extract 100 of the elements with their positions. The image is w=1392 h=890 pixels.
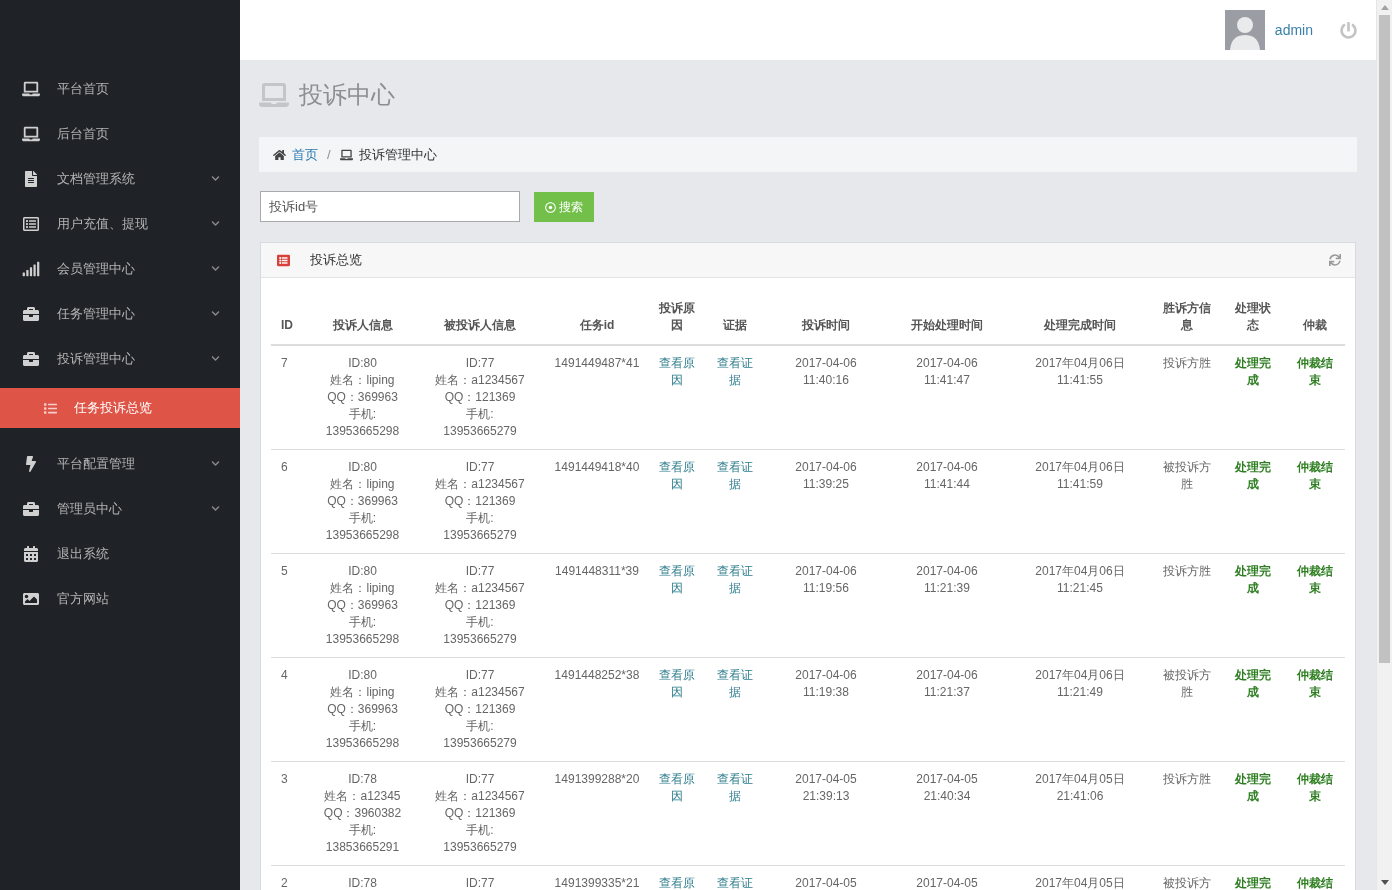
column-header: 任务id bbox=[545, 290, 649, 345]
finish-time: 2017年04月06日 11:21:49 bbox=[1007, 657, 1153, 762]
column-header: 处理状态 bbox=[1221, 290, 1285, 345]
breadcrumb-current: 投诉管理中心 bbox=[358, 145, 437, 164]
row-id: 2 bbox=[271, 865, 310, 890]
respondent-info: ID:77 姓名：a1234567 QQ：121369 手机: 13953665279 bbox=[415, 657, 545, 762]
sidebar-item[interactable]: 平台首页 bbox=[0, 66, 240, 111]
arbitration-status: 仲裁结束 bbox=[1295, 355, 1334, 389]
column-header: 开始处理时间 bbox=[887, 290, 1007, 345]
complaint-time: 2017-04-05 bbox=[765, 865, 887, 890]
view-evidence-link[interactable]: 查看证据 bbox=[713, 355, 757, 389]
document-icon bbox=[22, 170, 40, 187]
column-header: ID bbox=[271, 290, 310, 345]
page-title: 投诉中心 bbox=[299, 80, 395, 110]
view-evidence-link[interactable]: 查看证据 bbox=[713, 771, 757, 805]
complaint-time: 2017-04-06 11:19:38 bbox=[765, 657, 887, 762]
start-time: 2017-04-06 11:41:47 bbox=[887, 345, 1007, 450]
start-time: 2017-04-05 bbox=[887, 865, 1007, 890]
processing-status: 处理完成 bbox=[1234, 771, 1272, 805]
sidebar-subitem[interactable]: 任务投诉总览 bbox=[0, 388, 240, 428]
briefcase-icon bbox=[22, 305, 40, 322]
winner-info: 投诉方胜 bbox=[1153, 553, 1221, 658]
task-id: 1491449418*40 bbox=[545, 449, 649, 554]
winner-info: 投诉方胜 bbox=[1153, 345, 1221, 450]
signal-bars-icon bbox=[22, 260, 40, 277]
view-evidence-link[interactable]: 查看证据 bbox=[713, 563, 757, 597]
finish-time: 2017年04月06日 11:41:55 bbox=[1007, 345, 1153, 450]
task-id: 1491448252*38 bbox=[545, 657, 649, 762]
sidebar-item[interactable]: 退出系统 bbox=[0, 531, 240, 576]
laptop-icon bbox=[339, 148, 353, 161]
scrollbar[interactable] bbox=[1376, 0, 1392, 890]
row-id: 7 bbox=[271, 345, 310, 450]
scrollbar-thumb[interactable] bbox=[1379, 15, 1390, 663]
column-header: 处理完成时间 bbox=[1007, 290, 1153, 345]
chevron-down-icon bbox=[211, 504, 220, 513]
complainant-info: ID:80 姓名：liping QQ：369963 手机: 13953665298 bbox=[310, 657, 415, 762]
view-evidence-link[interactable]: 查看证 bbox=[717, 875, 753, 890]
view-reason-link[interactable]: 查看原因 bbox=[655, 459, 699, 493]
respondent-info: ID:77 姓名：a1234567 QQ：121369 手机: 13953665279 bbox=[415, 553, 545, 658]
breadcrumb-link[interactable]: 首页 bbox=[292, 145, 318, 164]
finish-time: 2017年04月05日 21:41:06 bbox=[1007, 761, 1153, 866]
sidebar-item[interactable]: 投诉管理中心 bbox=[0, 336, 240, 381]
search-field[interactable]: 投诉id号 bbox=[260, 190, 520, 222]
panel-title: 投诉总览 bbox=[310, 251, 363, 269]
user-name-link[interactable]: admin bbox=[1274, 22, 1313, 38]
refresh-icon[interactable] bbox=[1329, 254, 1341, 266]
row-id: 5 bbox=[271, 553, 310, 658]
arbitration-status: 仲裁结 bbox=[1297, 875, 1333, 890]
calendar-icon bbox=[22, 545, 40, 562]
chevron-down-icon bbox=[211, 459, 220, 468]
list-box-icon bbox=[22, 215, 40, 232]
start-time: 2017-04-06 11:41:44 bbox=[887, 449, 1007, 554]
task-id: 1491448311*39 bbox=[545, 553, 649, 658]
view-evidence-link[interactable]: 查看证据 bbox=[713, 459, 757, 493]
column-header: 投诉时间 bbox=[765, 290, 887, 345]
winner-info: 被投诉方 bbox=[1153, 865, 1221, 890]
view-reason-link[interactable]: 查看原 bbox=[659, 875, 695, 890]
image-icon bbox=[22, 590, 40, 607]
sidebar-item[interactable]: 文档管理系统 bbox=[0, 156, 240, 201]
arbitration-status: 仲裁结束 bbox=[1295, 667, 1334, 701]
avatar-icon[interactable] bbox=[1224, 10, 1265, 50]
column-header: 胜诉方信息 bbox=[1153, 290, 1221, 345]
winner-info: 被投诉方胜 bbox=[1153, 657, 1221, 762]
view-evidence-link[interactable]: 查看证据 bbox=[713, 667, 757, 701]
arbitration-status: 仲裁结束 bbox=[1295, 771, 1334, 805]
briefcase-icon bbox=[22, 500, 40, 517]
sidebar-item[interactable]: 管理员中心 bbox=[0, 486, 240, 531]
view-reason-link[interactable]: 查看原因 bbox=[655, 563, 699, 597]
row-id: 6 bbox=[271, 449, 310, 554]
complainant-info: ID:80 姓名：liping QQ：369963 手机: 13953665298 bbox=[310, 345, 415, 450]
sidebar-item[interactable]: 后台首页 bbox=[0, 111, 240, 156]
winner-info: 被投诉方胜 bbox=[1153, 449, 1221, 554]
complainant-info: ID:80 姓名：liping QQ：369963 手机: 13953665298 bbox=[310, 449, 415, 554]
task-id: 1491399335*21 bbox=[545, 865, 649, 890]
arbitration-status: 仲裁结束 bbox=[1295, 459, 1334, 493]
sidebar-item[interactable]: 任务管理中心 bbox=[0, 291, 240, 336]
respondent-info: ID:77 姓名：a1234567 QQ：121369 手机: 13953665279 bbox=[415, 761, 545, 866]
caret-down-icon[interactable] bbox=[1380, 880, 1389, 885]
processing-status: 处理完成 bbox=[1234, 459, 1272, 493]
sidebar-item[interactable]: 用户充值、提现 bbox=[0, 201, 240, 246]
finish-time: 2017年04月05日 bbox=[1007, 865, 1153, 890]
sidebar-item[interactable]: 会员管理中心 bbox=[0, 246, 240, 291]
sidebar-item[interactable]: 官方网站 bbox=[0, 576, 240, 621]
respondent-info: ID:77 姓名：a1234567 QQ：121369 手机: 13953665279 bbox=[415, 449, 545, 554]
sidebar-item[interactable]: 平台配置管理 bbox=[0, 441, 240, 486]
start-time: 2017-04-06 11:21:37 bbox=[887, 657, 1007, 762]
list-icon bbox=[276, 253, 291, 267]
laptop-icon bbox=[22, 125, 40, 142]
processing-status: 处理完成 bbox=[1234, 667, 1272, 701]
winner-info: 投诉方胜 bbox=[1153, 761, 1221, 866]
view-reason-link[interactable]: 查看原因 bbox=[655, 771, 699, 805]
finish-time: 2017年04月06日 11:21:45 bbox=[1007, 553, 1153, 658]
view-reason-link[interactable]: 查看原因 bbox=[655, 667, 699, 701]
breadcrumb-separator: / bbox=[327, 147, 331, 162]
view-reason-link[interactable]: 查看原因 bbox=[655, 355, 699, 389]
processing-status: 处理完成 bbox=[1234, 563, 1272, 597]
column-header: 仲裁 bbox=[1285, 290, 1345, 345]
power-icon[interactable] bbox=[1340, 21, 1357, 39]
complainant-info: ID:78 姓名：a12345 QQ：3960382 手机: 13853665291 bbox=[310, 761, 415, 866]
caret-up-icon[interactable] bbox=[1380, 5, 1389, 10]
